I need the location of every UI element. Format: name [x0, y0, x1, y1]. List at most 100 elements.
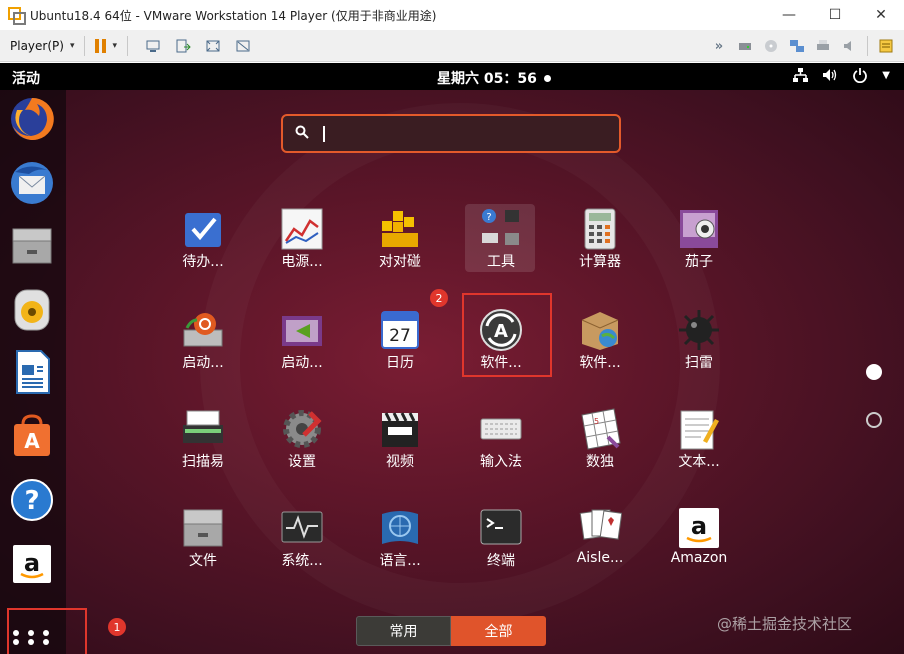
- clock-button[interactable]: 星期六 05：56: [437, 68, 551, 88]
- player-menu-label: Player(P): [10, 38, 64, 53]
- dock-amazon[interactable]: a: [9, 541, 55, 587]
- app-label: 终端: [487, 553, 515, 569]
- app-utilities-folder[interactable]: ? 工具: [456, 204, 546, 287]
- ubuntu-desktop: 活动 星期六 05：56 ▼ A ? a 1 待办... 电源... 对对碰 ?…: [0, 63, 904, 654]
- cheese-icon: [680, 210, 718, 248]
- app-mines[interactable]: 扫雷: [654, 308, 744, 388]
- calculator-icon: [584, 208, 616, 250]
- pause-button[interactable]: [95, 38, 107, 53]
- app-files[interactable]: 文件: [158, 506, 248, 586]
- app-cheese[interactable]: 茄子: [654, 207, 744, 287]
- app-startup-applications[interactable]: 启动...: [158, 308, 248, 388]
- app-amazon[interactable]: a Amazon: [654, 506, 744, 586]
- app-scanner[interactable]: 扫描易: [158, 407, 248, 487]
- calendar-day-text: 27: [389, 326, 411, 346]
- removable-devices-icon[interactable]: [174, 38, 192, 54]
- app-todo[interactable]: 待办...: [158, 207, 248, 287]
- todo-icon: [185, 213, 221, 247]
- search-icon: [295, 125, 309, 143]
- app-calculator[interactable]: 计算器: [555, 207, 645, 287]
- dock-firefox[interactable]: [9, 96, 55, 142]
- utilities-folder-icon: ?: [482, 209, 519, 245]
- app-settings[interactable]: 设置: [257, 407, 347, 487]
- app-language-support[interactable]: 语言...: [355, 506, 445, 586]
- app-swell-foop[interactable]: 对对碰: [355, 207, 445, 287]
- app-power-statistics[interactable]: 电源...: [257, 207, 347, 287]
- dock-help[interactable]: ?: [9, 477, 55, 523]
- dock-ubuntu-software[interactable]: A: [9, 412, 55, 458]
- app-sudoku[interactable]: 5 数独: [555, 407, 645, 487]
- tab-frequent[interactable]: 常用: [356, 616, 451, 646]
- startup-disk-creator-icon: [282, 316, 322, 346]
- window-controls: — ☐ ✕: [766, 0, 904, 30]
- app-label: 系统...: [281, 553, 323, 569]
- player-menu[interactable]: Player(P) ▾: [10, 39, 74, 53]
- app-videos[interactable]: 视频: [355, 407, 445, 487]
- volume-icon: [823, 69, 837, 81]
- send-ctrl-alt-del-icon[interactable]: [144, 38, 162, 54]
- search-bar[interactable]: [281, 114, 621, 153]
- svg-text:?: ?: [24, 486, 39, 516]
- power-icon: [853, 68, 868, 83]
- system-status-menu[interactable]: ▼: [792, 67, 890, 83]
- show-applications-button[interactable]: [7, 608, 87, 654]
- sound-card-icon[interactable]: [840, 38, 858, 54]
- app-software-properties[interactable]: 软件...: [555, 308, 645, 388]
- double-chevron-right-icon[interactable]: »: [710, 38, 728, 54]
- device-status-icons: »: [707, 30, 898, 62]
- dock-libreoffice-writer[interactable]: [9, 349, 55, 395]
- app-input-method[interactable]: 输入法: [456, 407, 546, 487]
- window-title: Ubuntu18.4 64位 - VMware Workstation 14 P…: [30, 8, 437, 23]
- app-label: 输入法: [480, 454, 522, 470]
- app-startup-disk-creator[interactable]: 启动...: [257, 308, 347, 388]
- app-label: 启动...: [182, 355, 224, 371]
- message-log-icon[interactable]: [877, 38, 895, 54]
- app-label: 扫雷: [685, 355, 713, 371]
- toolbar-divider: [84, 35, 86, 56]
- app-label: 数独: [586, 454, 614, 470]
- scanner-icon: [183, 410, 223, 443]
- maximize-button[interactable]: ☐: [812, 0, 858, 30]
- activities-button[interactable]: 活动: [12, 68, 40, 88]
- ubuntu-software-icon: A: [14, 414, 50, 456]
- dock-thunderbird[interactable]: [9, 160, 55, 206]
- ubuntu-dock: A ? a: [0, 90, 66, 654]
- search-input[interactable]: [319, 124, 599, 143]
- pause-dropdown-icon[interactable]: ▾: [112, 41, 117, 51]
- page-indicator-active[interactable]: [866, 364, 882, 380]
- swell-foop-icon: [382, 211, 418, 247]
- pause-icon: [95, 38, 100, 53]
- app-label: 语言...: [379, 553, 421, 569]
- printer-icon[interactable]: [814, 38, 832, 54]
- apps-grid-icon: [13, 630, 49, 645]
- app-terminal[interactable]: 终端: [456, 506, 546, 586]
- dock-rhythmbox[interactable]: [9, 286, 55, 332]
- cd-dvd-icon[interactable]: [762, 38, 780, 54]
- fullscreen-icon[interactable]: [204, 38, 222, 54]
- close-button[interactable]: ✕: [858, 0, 904, 30]
- unity-mode-icon[interactable]: [234, 38, 252, 54]
- dock-files[interactable]: [9, 223, 55, 269]
- thunderbird-icon: [11, 162, 53, 204]
- aisleriot-icon: [579, 509, 622, 540]
- network-wired-icon: [793, 68, 809, 82]
- network-adapter-icon[interactable]: [788, 38, 806, 54]
- app-calendar[interactable]: 27 日历: [355, 308, 445, 388]
- app-aisleriot[interactable]: Aisle...: [555, 506, 645, 586]
- app-text-editor[interactable]: 文本...: [654, 407, 744, 487]
- hard-disk-icon[interactable]: [736, 38, 754, 54]
- minimize-button[interactable]: —: [766, 0, 812, 30]
- app-system-monitor[interactable]: 系统...: [257, 506, 347, 586]
- svg-text:a: a: [24, 549, 40, 577]
- app-label: 扫描易: [182, 454, 224, 470]
- notification-dot-icon: [543, 74, 551, 82]
- app-label: 日历: [386, 355, 414, 371]
- vmware-app-icon: [8, 7, 26, 25]
- tab-all[interactable]: 全部: [451, 616, 546, 646]
- system-monitor-icon: [281, 511, 323, 543]
- vmware-toolbar: Player(P) ▾ ▾ »: [0, 30, 904, 62]
- rhythmbox-icon: [14, 289, 50, 331]
- page-indicator-inactive[interactable]: [866, 412, 882, 428]
- app-label: Amazon: [670, 550, 728, 566]
- gnome-top-bar: 活动 星期六 05：56 ▼: [0, 63, 904, 90]
